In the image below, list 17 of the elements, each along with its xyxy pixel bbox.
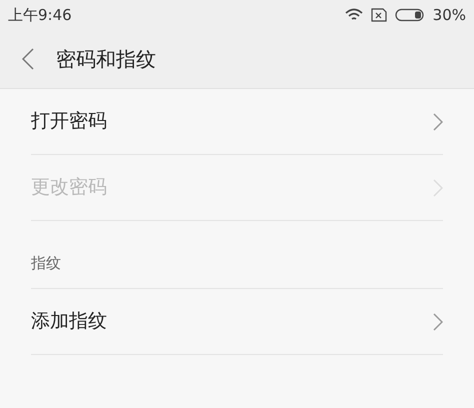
section-header: 指纹 <box>31 252 61 274</box>
page-title: 密码和指纹 <box>56 46 156 73</box>
row-label: 更改密码 <box>31 175 107 200</box>
wifi-icon <box>344 8 363 22</box>
back-icon <box>22 48 34 70</box>
no-sim-icon <box>370 8 387 22</box>
row-label: 添加指纹 <box>31 309 107 334</box>
chevron-right-icon <box>433 312 443 330</box>
settings-row[interactable]: 添加指纹 <box>31 289 443 355</box>
chevron-right-icon <box>433 178 443 196</box>
row-label: 打开密码 <box>31 109 107 134</box>
settings-row[interactable]: 打开密码 <box>31 89 443 155</box>
chevron-right-icon <box>433 112 443 130</box>
back-button[interactable] <box>22 48 34 70</box>
status-time: 上午9:46 <box>8 4 72 26</box>
battery-icon <box>394 8 425 22</box>
battery-percent: 30% <box>432 4 466 26</box>
